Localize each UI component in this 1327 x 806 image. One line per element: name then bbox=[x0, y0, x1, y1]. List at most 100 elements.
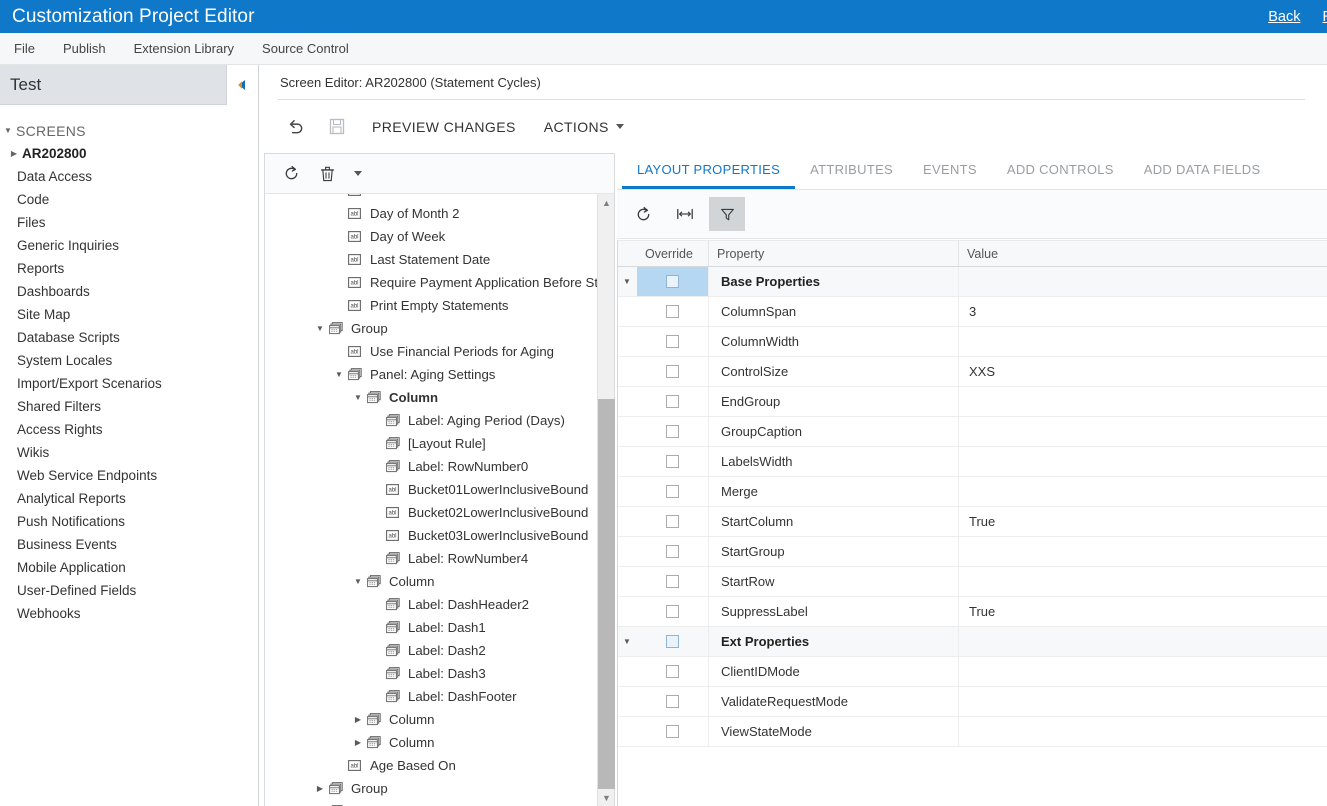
override-checkbox[interactable] bbox=[666, 365, 679, 378]
sidebar-item-data-access[interactable]: Data Access bbox=[0, 165, 258, 188]
override-checkbox[interactable] bbox=[666, 275, 679, 288]
property-value-cell[interactable] bbox=[959, 537, 1327, 566]
property-row[interactable]: StartColumn True bbox=[617, 507, 1327, 537]
property-value-cell[interactable] bbox=[959, 627, 1327, 656]
sidebar-item-wikis[interactable]: Wikis bbox=[0, 441, 258, 464]
tree-node[interactable]: abl Last Statement Date bbox=[265, 248, 614, 271]
tree-node[interactable]: Label: RowNumber0 bbox=[265, 455, 614, 478]
sidebar-item-system-locales[interactable]: System Locales bbox=[0, 349, 258, 372]
property-row[interactable]: ViewStateMode bbox=[617, 717, 1327, 747]
property-row[interactable]: ColumnWidth bbox=[617, 327, 1327, 357]
tree-node[interactable]: Label: DashHeader2 bbox=[265, 593, 614, 616]
property-row[interactable]: ValidateRequestMode bbox=[617, 687, 1327, 717]
menu-item-extension-library[interactable]: Extension Library bbox=[120, 33, 248, 65]
tree-node[interactable]: Label: Dash3 bbox=[265, 662, 614, 685]
sidebar-item-access-rights[interactable]: Access Rights bbox=[0, 418, 258, 441]
override-checkbox[interactable] bbox=[666, 725, 679, 738]
sidebar-item-dashboards[interactable]: Dashboards bbox=[0, 280, 258, 303]
tree-node[interactable]: abl bbox=[265, 194, 614, 202]
override-checkbox[interactable] bbox=[666, 575, 679, 588]
sidebar-item-site-map[interactable]: Site Map bbox=[0, 303, 258, 326]
override-checkbox[interactable] bbox=[666, 305, 679, 318]
override-checkbox[interactable] bbox=[666, 665, 679, 678]
tree-node[interactable]: abl Bucket03LowerInclusiveBound bbox=[265, 524, 614, 547]
property-value-cell[interactable] bbox=[959, 327, 1327, 356]
sidebar-item-mobile-application[interactable]: Mobile Application bbox=[0, 556, 258, 579]
property-row[interactable]: GroupCaption bbox=[617, 417, 1327, 447]
override-checkbox[interactable] bbox=[666, 515, 679, 528]
sidebar-item-files[interactable]: Files bbox=[0, 211, 258, 234]
tree-node[interactable]: ▶ Column bbox=[265, 708, 614, 731]
sidebar-item-database-scripts[interactable]: Database Scripts bbox=[0, 326, 258, 349]
tree-node[interactable]: ▼ Column bbox=[265, 570, 614, 593]
tree-vertical-scrollbar[interactable]: ▲ ▼ bbox=[597, 194, 615, 806]
tree-node[interactable]: ▼ Panel: Aging Settings bbox=[265, 363, 614, 391]
fit-columns-icon[interactable] bbox=[667, 197, 703, 231]
tree-node[interactable]: abl Age Based On bbox=[265, 754, 614, 777]
tab-add-controls[interactable]: ADD CONTROLS bbox=[992, 153, 1129, 189]
sidebar-item-ar202800[interactable]: ▶ AR202800 bbox=[0, 142, 258, 165]
column-header-property[interactable]: Property bbox=[709, 241, 959, 266]
menu-item-file[interactable]: File bbox=[0, 33, 49, 65]
tab-attributes[interactable]: ATTRIBUTES bbox=[795, 153, 908, 189]
tree-node[interactable]: ▶ Group bbox=[265, 777, 614, 800]
override-checkbox[interactable] bbox=[666, 485, 679, 498]
override-checkbox[interactable] bbox=[666, 695, 679, 708]
tree-node[interactable]: abl Bucket02LowerInclusiveBound bbox=[265, 501, 614, 524]
tree-node[interactable]: Label: Dash1 bbox=[265, 616, 614, 639]
filter-icon[interactable] bbox=[709, 197, 745, 231]
chevron-left-icon[interactable] bbox=[226, 65, 258, 105]
sidebar-item-push-notifications[interactable]: Push Notifications bbox=[0, 510, 258, 533]
property-value-cell[interactable] bbox=[959, 657, 1327, 686]
property-value-cell[interactable] bbox=[959, 387, 1327, 416]
property-row[interactable]: ColumnSpan 3 bbox=[617, 297, 1327, 327]
chevron-down-icon[interactable]: ▼ bbox=[349, 577, 367, 586]
scroll-down-icon[interactable]: ▼ bbox=[598, 789, 615, 806]
property-row[interactable]: StartRow bbox=[617, 567, 1327, 597]
tree-node[interactable]: Label: Dash2 bbox=[265, 639, 614, 662]
property-row[interactable]: EndGroup bbox=[617, 387, 1327, 417]
save-icon[interactable] bbox=[316, 107, 358, 147]
tree-node[interactable]: Label: Aging Period (Days) bbox=[265, 409, 614, 432]
property-section-row[interactable]: ▼ Base Properties bbox=[617, 267, 1327, 297]
tree-node[interactable]: abl Require Payment Application Before St… bbox=[265, 271, 614, 294]
tree-node[interactable]: ▼ Column bbox=[265, 386, 614, 409]
column-header-override[interactable]: Override bbox=[637, 241, 709, 266]
property-row[interactable]: ControlSize XXS bbox=[617, 357, 1327, 387]
override-checkbox[interactable] bbox=[666, 605, 679, 618]
property-row[interactable]: LabelsWidth bbox=[617, 447, 1327, 477]
tree-node[interactable]: Label: DashFooter bbox=[265, 685, 614, 708]
property-value-cell[interactable] bbox=[959, 687, 1327, 716]
property-value-cell[interactable]: True bbox=[959, 507, 1327, 536]
refresh-icon[interactable] bbox=[273, 156, 309, 192]
property-value-cell[interactable] bbox=[959, 717, 1327, 746]
scrollbar-thumb[interactable] bbox=[598, 399, 615, 789]
override-checkbox[interactable] bbox=[666, 335, 679, 348]
sidebar-group-screens[interactable]: ▼ SCREENS bbox=[0, 119, 258, 142]
tree-node[interactable]: [Layout Rule] bbox=[265, 432, 614, 455]
chevron-down-icon[interactable]: ▼ bbox=[311, 324, 329, 333]
property-row[interactable]: StartGroup bbox=[617, 537, 1327, 567]
scroll-up-icon[interactable]: ▲ bbox=[598, 194, 615, 211]
chevron-down-icon[interactable]: ▼ bbox=[617, 267, 637, 296]
property-value-cell[interactable] bbox=[959, 477, 1327, 506]
sidebar-item-user-defined-fields[interactable]: User-Defined Fields bbox=[0, 579, 258, 602]
property-value-cell[interactable] bbox=[959, 447, 1327, 476]
property-section-row[interactable]: ▼ Ext Properties bbox=[617, 627, 1327, 657]
sidebar-item-import-export[interactable]: Import/Export Scenarios bbox=[0, 372, 258, 395]
tree-node[interactable]: ▼ Group bbox=[265, 317, 614, 340]
chevron-right-icon[interactable]: ▶ bbox=[311, 784, 329, 793]
override-checkbox[interactable] bbox=[666, 395, 679, 408]
preview-changes-button[interactable]: PREVIEW CHANGES bbox=[358, 107, 530, 147]
tree-node[interactable]: ▶ Column bbox=[265, 731, 614, 754]
tree-node[interactable]: abl Day of Week bbox=[265, 225, 614, 248]
sidebar-item-shared-filters[interactable]: Shared Filters bbox=[0, 395, 258, 418]
tab-layout-properties[interactable]: LAYOUT PROPERTIES bbox=[622, 153, 796, 189]
property-value-cell[interactable]: 3 bbox=[959, 297, 1327, 326]
override-checkbox[interactable] bbox=[666, 455, 679, 468]
tab-events[interactable]: EVENTS bbox=[908, 153, 992, 189]
column-header-value[interactable]: Value bbox=[959, 241, 1327, 266]
tree-node[interactable]: Label: RowNumber4 bbox=[265, 547, 614, 570]
tree-node[interactable]: abl Day of Month 2 bbox=[265, 202, 614, 225]
property-value-cell[interactable]: True bbox=[959, 597, 1327, 626]
